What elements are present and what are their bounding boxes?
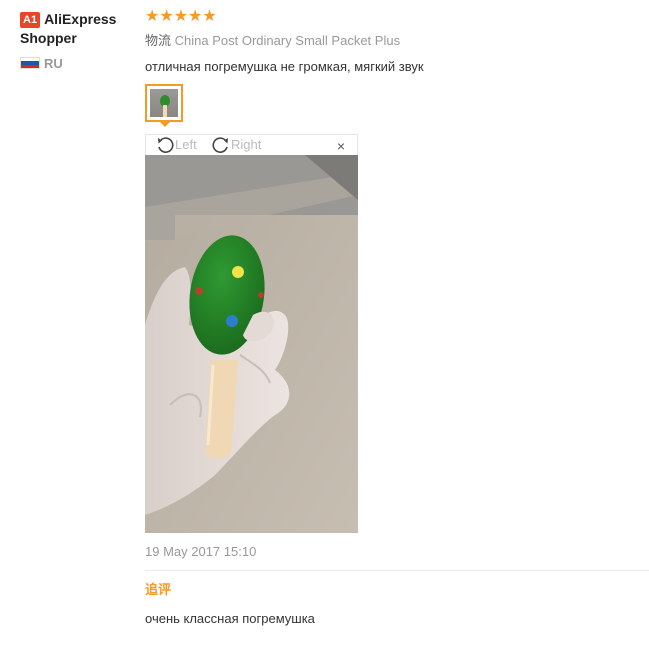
review-text: отличная погремушка не громкая, мягкий з… — [145, 59, 424, 74]
review-photo — [145, 155, 358, 533]
rotate-right-label: Right — [231, 137, 262, 152]
review-body: ★★★★★ 物流 China Post Ordinary Small Packe… — [145, 8, 649, 626]
shipping-method: China Post Ordinary Small Packet Plus — [174, 33, 401, 48]
close-viewer-icon[interactable]: × — [337, 135, 345, 157]
rotate-left-label: Left — [175, 137, 197, 152]
reviewer-info: A1 AliExpress Shopper RU — [20, 10, 140, 72]
star-rating: ★★★★★ — [145, 8, 217, 25]
rotate-right-icon — [212, 137, 228, 153]
photo-viewer-toolbar: Left Right × — [145, 134, 358, 155]
reviewer-country: RU — [20, 56, 140, 72]
photo-viewer: Left Right × — [145, 134, 358, 533]
rotate-left-icon — [158, 137, 174, 153]
followup-label: 追评 — [145, 582, 172, 597]
thumbnail-image — [150, 89, 178, 117]
review-photo-thumbnail[interactable] — [145, 84, 183, 122]
rotate-left-button[interactable]: Left — [156, 135, 197, 155]
buyer-level-badge: A1 — [20, 12, 41, 28]
shipping-label: 物流 — [145, 33, 172, 48]
reviewer-name-block: A1 AliExpress Shopper — [20, 10, 140, 48]
country-code: RU — [44, 56, 63, 71]
review-date: 19 May 2017 15:10 — [145, 544, 257, 559]
thumbnail-selected-indicator — [160, 122, 170, 127]
followup-text: очень классная погремушка — [145, 611, 315, 626]
divider — [145, 570, 649, 571]
russia-flag-icon — [20, 57, 40, 69]
shipping-info: 物流 China Post Ordinary Small Packet Plus — [145, 33, 645, 49]
rotate-right-button[interactable]: Right — [212, 135, 261, 155]
